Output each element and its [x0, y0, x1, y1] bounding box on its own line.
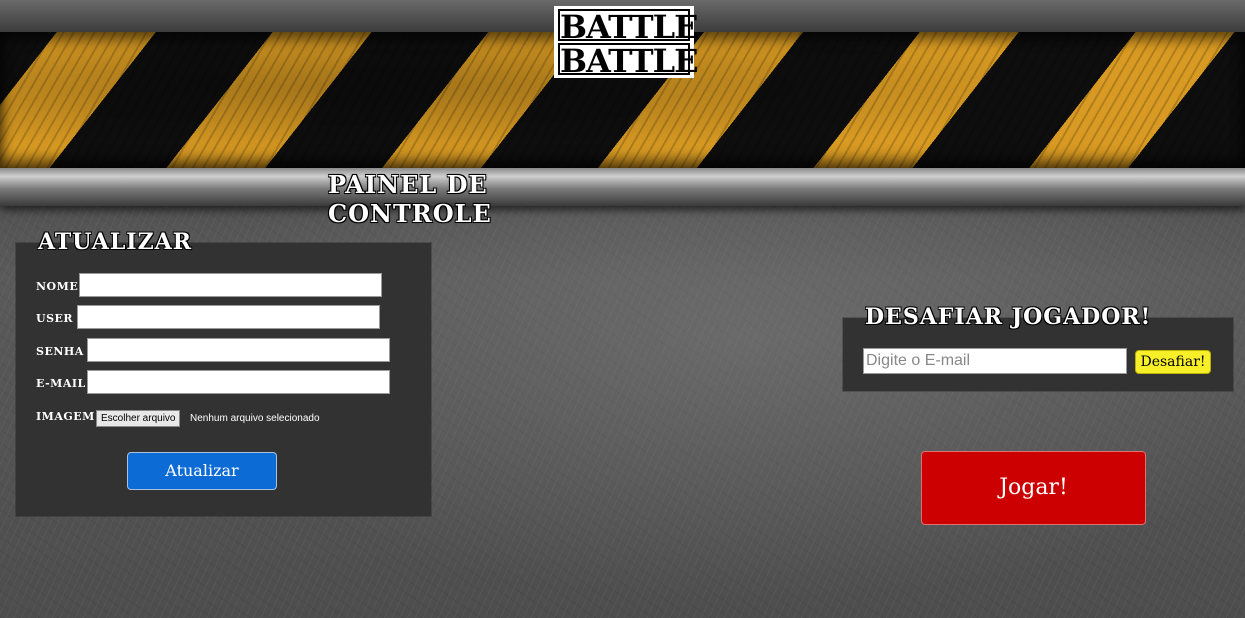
play-button[interactable]: Jogar!	[921, 451, 1146, 525]
name-label: NOME	[36, 280, 79, 293]
logo-line-1: BATTLE	[558, 8, 699, 46]
battle-logo: BATTLE BATTLE	[554, 6, 699, 80]
password-label: SENHA	[36, 345, 84, 358]
email-field[interactable]	[87, 370, 390, 394]
challenge-email-input[interactable]: Digite o E-mail	[863, 348, 1127, 374]
challenge-panel: DESAFIAR JOGADOR! Digite o E-mail Desafi…	[843, 304, 1233, 391]
update-panel: ATUALIZAR NOME USER SENHA E-MAIL IMAGEM …	[16, 229, 431, 516]
name-field[interactable]	[79, 273, 382, 297]
image-label: IMAGEM	[36, 410, 95, 423]
page-title: PAINEL DE CONTROLE	[328, 170, 492, 228]
file-status-text: Nenhum arquivo selecionado	[190, 413, 320, 424]
user-field[interactable]	[77, 305, 380, 329]
password-field[interactable]	[87, 338, 390, 362]
update-panel-title: ATUALIZAR	[38, 229, 192, 255]
update-button[interactable]: Atualizar	[127, 452, 277, 490]
email-label: E-MAIL	[36, 377, 86, 390]
challenge-panel-title: DESAFIAR JOGADOR!	[865, 304, 1152, 330]
choose-file-button[interactable]: Escolher arquivo	[96, 410, 181, 427]
user-label: USER	[36, 312, 74, 325]
challenge-button[interactable]: Desafiar!	[1135, 350, 1211, 374]
logo-line-2: BATTLE	[558, 42, 699, 80]
